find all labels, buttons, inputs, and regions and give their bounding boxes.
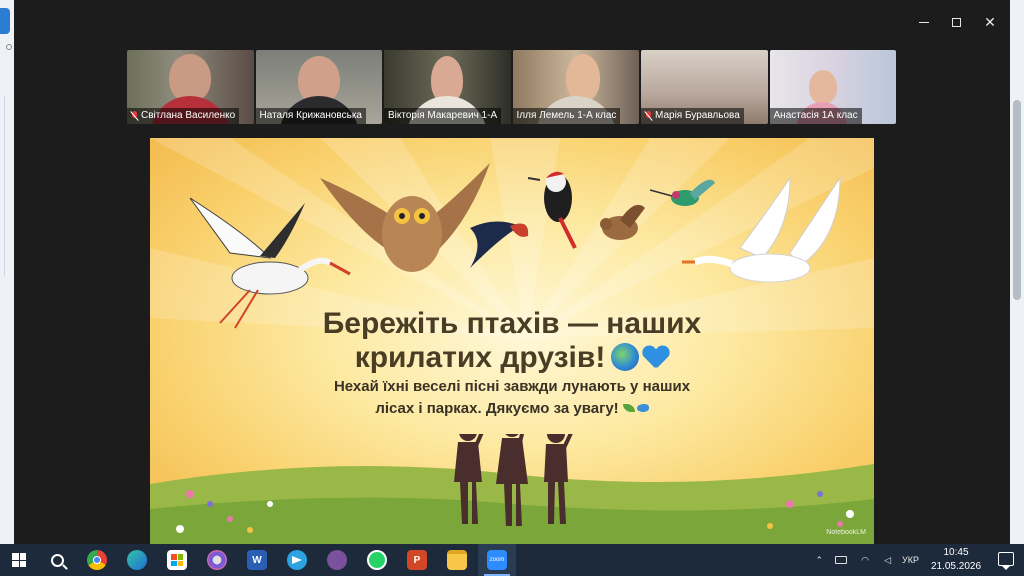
clock-time: 10:45	[943, 547, 969, 558]
clock-date: 21.05.2026	[930, 561, 982, 572]
windows-start-icon	[12, 553, 26, 567]
zoom-icon: zoom	[487, 550, 507, 570]
blue-heart-emoji-icon	[643, 346, 669, 370]
participant-tile[interactable]: Марія Буравльова	[641, 50, 768, 124]
participant-face	[565, 54, 600, 102]
slide-watermark: NotebookLM	[826, 529, 866, 536]
shared-screen-slide: Бережіть птахів — наших крилатих друзів!…	[150, 138, 874, 544]
participant-name-label: Марія Буравльова	[641, 108, 744, 124]
start-button[interactable]	[0, 544, 38, 576]
viber-icon	[327, 550, 347, 570]
participant-tile[interactable]: Світлана Василенко	[127, 50, 254, 124]
volume-icon[interactable]: ◁	[884, 555, 891, 566]
globe-emoji-icon	[611, 343, 640, 371]
file-explorer-button[interactable]	[438, 544, 476, 576]
participant-tile-active-speaker[interactable]: Вікторія Макаревич 1-А	[384, 50, 511, 124]
chrome-button[interactable]	[78, 544, 116, 576]
battery-icon[interactable]	[835, 556, 847, 564]
viber-button[interactable]	[318, 544, 356, 576]
participant-name-label: Анастасія 1А клас	[769, 108, 862, 124]
zoom-meeting-window: ✕ Світлана Василенко Наталя Крижановська…	[14, 0, 1010, 544]
slide-subtitle-line-2: лісах і парках. Дякуємо за увагу!	[150, 398, 874, 420]
muted-mic-icon	[645, 111, 652, 121]
minimize-button[interactable]	[910, 10, 938, 34]
swan-icon	[682, 176, 841, 283]
whatsapp-icon	[367, 550, 387, 570]
background-divider	[4, 96, 12, 276]
sparrow-icon	[600, 204, 645, 240]
swallow-icon	[470, 221, 529, 268]
edge-button[interactable]	[118, 544, 156, 576]
maximize-button[interactable]	[942, 10, 970, 34]
woodpecker-icon	[527, 171, 577, 249]
powerpoint-button[interactable]: P	[398, 544, 436, 576]
show-hidden-icons-chevron-up-icon[interactable]: ⌃	[815, 555, 823, 566]
network-app-button[interactable]	[198, 544, 236, 576]
search-button[interactable]	[38, 544, 76, 576]
slide-subtitle-line-1: Нехай їхні веселі пісні завжди лунають у…	[333, 378, 691, 395]
participant-tile[interactable]: Ілля Лемель 1-А клас	[512, 50, 639, 124]
owl-icon	[320, 163, 490, 272]
network-app-icon	[207, 550, 227, 570]
participant-name-label: Вікторія Макаревич 1-А	[384, 108, 502, 124]
bird-emoji-icon	[636, 404, 649, 412]
participant-tile[interactable]: Анастасія 1А клас	[769, 50, 896, 124]
background-tab[interactable]	[0, 8, 10, 34]
participant-tile[interactable]: Наталя Крижановська	[255, 50, 382, 124]
whatsapp-button[interactable]	[358, 544, 396, 576]
file-explorer-icon	[447, 550, 467, 570]
participant-strip: Світлана Василенко Наталя Крижановська В…	[127, 50, 896, 124]
slide-title-line-2: крилатих друзів!	[150, 340, 874, 376]
store-icon	[167, 550, 187, 570]
chrome-icon	[87, 550, 107, 570]
word-icon: W	[247, 550, 267, 570]
language-indicator[interactable]: УКР	[902, 555, 919, 565]
zoom-taskbar-button[interactable]: zoom	[478, 544, 516, 576]
close-icon: ✕	[984, 13, 996, 30]
search-icon	[50, 553, 64, 567]
meadow-illustration	[150, 434, 874, 544]
participant-name-label: Наталя Крижановська	[255, 108, 366, 124]
participant-face	[169, 54, 212, 102]
screen: ✕ Світлана Василенко Наталя Крижановська…	[0, 0, 1024, 576]
wifi-icon[interactable]: ◠	[861, 555, 869, 566]
notification-center-icon[interactable]	[998, 552, 1014, 570]
telegram-icon	[287, 550, 307, 570]
participant-name-label: Ілля Лемель 1-А клас	[512, 108, 621, 124]
maximize-icon	[951, 17, 961, 27]
background-window-right-edge	[1010, 0, 1024, 544]
participant-face	[808, 70, 837, 104]
participant-name-label: Світлана Василенко	[127, 108, 240, 124]
slide-title-line-1: Бережіть птахів — наших	[322, 307, 702, 340]
powerpoint-icon: P	[407, 550, 427, 570]
telegram-button[interactable]	[278, 544, 316, 576]
background-scrollbar[interactable]	[1013, 100, 1021, 300]
edge-icon	[127, 550, 147, 570]
minimize-icon	[919, 21, 929, 23]
word-button[interactable]: W	[238, 544, 276, 576]
background-window-left-edge	[0, 0, 14, 544]
background-icon	[6, 44, 12, 50]
windows-taskbar: W P zoom ⌃ ◠ ◁ УКР 10:45 21.05.2026	[0, 544, 1024, 576]
clock[interactable]: 10:45 21.05.2026	[928, 546, 984, 574]
store-button[interactable]	[158, 544, 196, 576]
leaf-emoji-icon	[622, 404, 635, 412]
muted-mic-icon	[131, 111, 138, 121]
hummingbird-icon	[649, 179, 715, 206]
close-button[interactable]: ✕	[976, 10, 1004, 34]
